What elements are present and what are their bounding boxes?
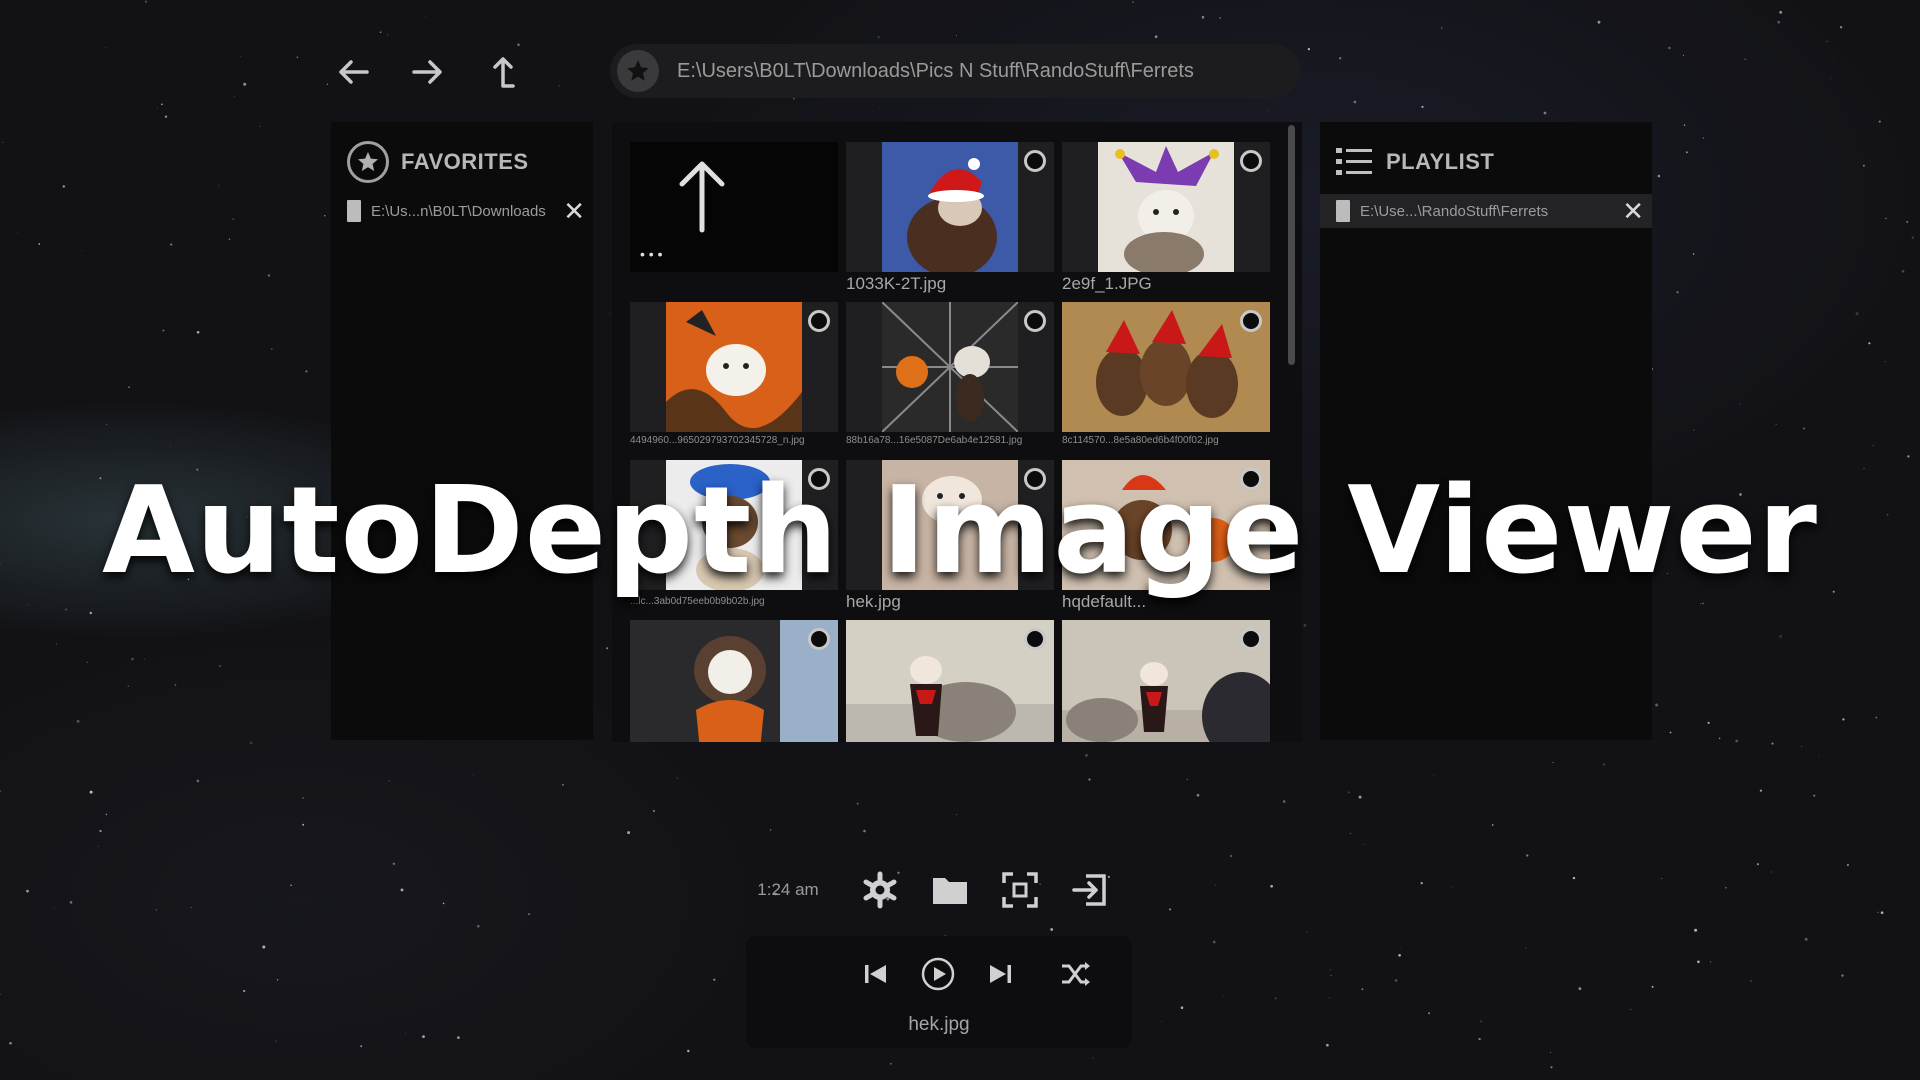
exit-button[interactable] (1062, 862, 1118, 918)
thumbnail-image (846, 620, 1054, 742)
clock: 1:24 am (757, 880, 819, 899)
file-name: 88b16a78...16e5087De6ab4e12581.jpg (846, 435, 1023, 446)
thumbnail-image (1062, 302, 1270, 432)
file-name: 8c114570...8e5a80ed6b4f00f02.jpg (1062, 435, 1219, 446)
parent-folder-button[interactable] (475, 44, 531, 100)
settings-button[interactable] (852, 862, 908, 918)
select-checkbox[interactable] (1240, 628, 1262, 650)
arrow-up-icon (679, 161, 725, 233)
hero-title: AutoDepth Image Viewer (101, 462, 1818, 601)
document-icon (347, 200, 361, 222)
image-tile[interactable] (846, 142, 1054, 272)
image-tile[interactable] (1062, 620, 1270, 742)
tile-dots: • • • (640, 246, 663, 262)
file-name: 1033K-2T.jpg (846, 274, 947, 293)
current-path[interactable]: E:\Users\B0LT\Downloads\Pics N Stuff\Ran… (677, 60, 1194, 83)
path-bar[interactable]: E:\Users\B0LT\Downloads\Pics N Stuff\Ran… (610, 44, 1300, 98)
remove-favorite-close-icon[interactable]: ✕ (563, 198, 585, 224)
remove-playlist-close-icon[interactable]: ✕ (1622, 198, 1644, 224)
thumbnail-image (666, 302, 802, 432)
list-icon (1336, 148, 1372, 175)
thumbnail-image (630, 620, 838, 742)
image-tile[interactable] (1062, 142, 1270, 272)
add-favorite-button[interactable] (617, 50, 659, 92)
exit-icon (1072, 874, 1106, 906)
play-button[interactable] (914, 950, 962, 998)
forward-button[interactable] (400, 44, 456, 100)
image-tile[interactable] (846, 620, 1054, 742)
star-icon (627, 60, 649, 81)
favorites-star-icon (347, 141, 389, 183)
arrow-left-icon (339, 60, 369, 84)
favorites-panel: FAVORITES E:\Us...n\B0LT\Downloads ✕ (331, 122, 593, 740)
parent-folder-tile[interactable]: • • • (630, 142, 838, 272)
grid-scrollbar[interactable] (1288, 125, 1295, 365)
file-name: 4494960...96502979370234572​8_n.jpg (630, 435, 805, 446)
gear-icon (863, 871, 897, 909)
shuffle-button[interactable] (1052, 950, 1100, 998)
thumbnail-image (1098, 142, 1234, 272)
previous-button[interactable] (852, 950, 900, 998)
next-button[interactable] (976, 950, 1024, 998)
image-tile[interactable] (630, 302, 838, 432)
image-tile[interactable] (846, 302, 1054, 432)
thumbnail-image (1062, 620, 1270, 742)
open-folder-button[interactable] (922, 862, 978, 918)
favorites-title: FAVORITES (401, 149, 529, 174)
bottom-toolbar: 1:24 am (726, 862, 1140, 918)
playlist-panel: PLAYLIST E:\Use...\RandoStuff\Ferrets ✕ (1320, 122, 1652, 740)
play-icon (921, 957, 955, 991)
playlist-title: PLAYLIST (1386, 149, 1495, 174)
file-name: 2e9f_1.JPG (1062, 274, 1152, 293)
now-playing-filename: hek.jpg (908, 1014, 970, 1035)
select-checkbox[interactable] (1024, 628, 1046, 650)
favorite-item[interactable]: E:\Us...n\B0LT\Downloads ✕ (331, 194, 593, 228)
playlist-header: PLAYLIST (1320, 122, 1652, 202)
playlist-item-label[interactable]: E:\Use...\RandoStuff\Ferrets (1360, 203, 1622, 220)
fullscreen-icon (1002, 872, 1038, 908)
media-player: hek.jpg (746, 936, 1132, 1048)
favorites-header: FAVORITES (331, 122, 593, 202)
select-checkbox[interactable] (1024, 310, 1046, 332)
back-button[interactable] (325, 44, 381, 100)
folder-icon (933, 878, 967, 904)
arrow-right-icon (412, 60, 442, 84)
parent-folder-icon (493, 57, 515, 88)
previous-icon (865, 965, 886, 983)
thumbnail-image (882, 302, 1018, 432)
select-checkbox[interactable] (808, 310, 830, 332)
select-checkbox[interactable] (1024, 150, 1046, 172)
file-grid: • • • 1033K-2T.jpg 2e9f_1.JPG 4494960...… (612, 122, 1302, 742)
image-tile[interactable] (1062, 302, 1270, 432)
document-icon (1336, 200, 1350, 222)
shuffle-icon (1062, 962, 1090, 986)
select-checkbox[interactable] (808, 628, 830, 650)
favorite-item-label[interactable]: E:\Us...n\B0LT\Downloads (371, 203, 563, 220)
select-checkbox[interactable] (1240, 150, 1262, 172)
playlist-item[interactable]: E:\Use...\RandoStuff\Ferrets ✕ (1320, 194, 1652, 228)
next-icon (990, 965, 1011, 983)
select-checkbox[interactable] (1240, 310, 1262, 332)
thumbnail-image (882, 142, 1018, 272)
fullscreen-button[interactable] (992, 862, 1048, 918)
image-tile[interactable] (630, 620, 838, 742)
